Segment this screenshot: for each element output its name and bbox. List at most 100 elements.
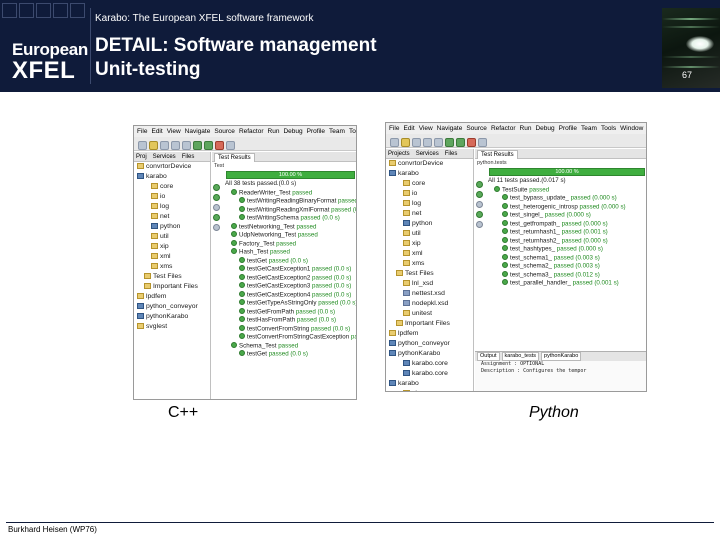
menu-item[interactable]: Profile (307, 128, 325, 135)
tree-item[interactable]: xml (386, 249, 473, 259)
tree-item[interactable]: Important Files (134, 282, 210, 292)
test-result-row[interactable]: Schema_Test passed (223, 341, 356, 351)
cpp-test-results-tab[interactable]: Test Results (214, 153, 255, 162)
menu-item[interactable]: Window (620, 125, 643, 132)
menu-item[interactable]: Run (268, 128, 280, 135)
test-result-row[interactable]: testGet passed (0.0 s) (223, 350, 356, 359)
tree-item[interactable]: xip (386, 239, 473, 249)
test-result-row[interactable]: test_schema1_ passed (0.003 s) (486, 253, 646, 263)
show-passed-icon[interactable] (476, 191, 483, 198)
menu-item[interactable]: Tools (349, 128, 356, 135)
test-result-row[interactable]: test_heterogenic_introsp passed (0.000 s… (486, 202, 646, 212)
tree-item[interactable]: vis (386, 389, 473, 391)
rerun-icon[interactable] (476, 181, 483, 188)
show-errors-icon[interactable] (476, 211, 483, 218)
menu-item[interactable]: Debug (283, 128, 302, 135)
tree-item[interactable]: Test Files (134, 272, 210, 282)
menu-item[interactable]: Navigate (437, 125, 463, 132)
test-result-row[interactable]: testWritingReadingXmlFormat passed (0.0 … (223, 205, 356, 215)
test-result-row[interactable]: test_returnhash1_ passed (0.001 s) (486, 228, 646, 237)
menu-item[interactable]: Source (214, 128, 235, 135)
tree-item[interactable]: python_conveyor (386, 339, 473, 349)
tree-item[interactable]: core (134, 182, 210, 192)
test-result-row[interactable]: testGetTypeAsStringOnly passed (0.0 s) (223, 299, 356, 308)
test-result-row[interactable]: testGetCastException1 passed (0.0 s) (223, 265, 356, 274)
menu-item[interactable]: Navigate (185, 128, 211, 135)
tree-item[interactable]: lpdfem (386, 329, 473, 339)
test-result-row[interactable]: testGetCastException4 passed (0.0 s) (223, 290, 356, 300)
menu-item[interactable]: Edit (151, 128, 162, 135)
tree-item[interactable]: pythonKarabo (134, 312, 210, 322)
menu-item[interactable]: Refactor (239, 128, 264, 135)
tree-item[interactable]: xml (134, 252, 210, 262)
test-result-row[interactable]: testWritingSchema passed (0.0 s) (223, 214, 356, 223)
tree-item[interactable]: net (386, 209, 473, 219)
python-test-results-tab[interactable]: Test Results (477, 150, 518, 159)
tree-item[interactable]: util (386, 229, 473, 239)
tree-item[interactable]: unitest (386, 309, 473, 319)
menu-item[interactable]: Tools (601, 125, 616, 132)
tree-item[interactable]: util (134, 232, 210, 242)
test-result-row[interactable]: test_hashtypes_ passed (0.000 s) (486, 245, 646, 254)
tree-item[interactable]: python (386, 219, 473, 229)
tree-item[interactable]: svglest (134, 322, 210, 332)
tree-item[interactable]: pythonKarabo (386, 349, 473, 359)
projects-tab[interactable]: Projects (388, 151, 410, 157)
test-result-row[interactable]: testGetCastException3 passed (0.0 s) (223, 282, 356, 291)
projects-tab[interactable]: Services (153, 154, 176, 160)
test-result-row[interactable]: test_bypass_update_ passed (0.000 s) (486, 194, 646, 203)
test-result-row[interactable]: testConvertFromString passed (0.0 s) (223, 324, 356, 334)
menu-item[interactable]: Team (581, 125, 597, 132)
test-result-row[interactable]: test_schema3_ passed (0.012 s) (486, 270, 646, 280)
test-result-row[interactable]: Hash_Test passed (223, 248, 356, 257)
test-result-row[interactable]: testNetworking_Test passed (223, 222, 356, 232)
test-result-row[interactable]: testConvertFromStringCastException passe… (223, 333, 356, 342)
test-result-row[interactable]: testGet passed (0.0 s) (223, 256, 356, 266)
test-result-row[interactable]: testWritingReadingBinaryFormat passed (0… (223, 197, 356, 206)
menu-item[interactable]: Run (520, 125, 532, 132)
test-result-row[interactable]: testGetCastException2 passed (0.0 s) (223, 273, 356, 283)
test-result-row[interactable]: Factory_Test passed (223, 239, 356, 249)
tree-item[interactable]: io (386, 189, 473, 199)
test-result-row[interactable]: TestSuite passed (486, 185, 646, 195)
test-result-row[interactable]: testHasFromPath passed (0.0 s) (223, 316, 356, 325)
tree-item[interactable]: convrtorDevice (134, 162, 210, 172)
show-failed-icon[interactable] (213, 204, 220, 211)
tree-item[interactable]: Important Files (386, 319, 473, 329)
menu-item[interactable]: Debug (535, 125, 554, 132)
test-result-row[interactable]: UdpNetworking_Test passed (223, 231, 356, 240)
menu-item[interactable]: Refactor (491, 125, 516, 132)
menu-item[interactable]: File (137, 128, 147, 135)
menu-item[interactable]: Profile (559, 125, 577, 132)
tree-item[interactable]: xms (134, 262, 210, 272)
test-result-row[interactable]: test_schema2_ passed (0.003 s) (486, 262, 646, 271)
tree-item[interactable]: karabo (386, 169, 473, 179)
tree-item[interactable]: xip (134, 242, 210, 252)
tree-item[interactable]: convrtorDevice (386, 159, 473, 169)
show-failed-icon[interactable] (476, 201, 483, 208)
test-result-row[interactable]: test_returnhash2_ passed (0.000 s) (486, 236, 646, 246)
tree-item[interactable]: core (386, 179, 473, 189)
projects-tab[interactable]: Services (416, 151, 439, 157)
filter-icon[interactable] (213, 224, 220, 231)
filter-icon[interactable] (476, 221, 483, 228)
test-result-row[interactable]: test_getfrompath_ passed (0.000 s) (486, 219, 646, 229)
tree-item[interactable]: net (134, 212, 210, 222)
tree-item[interactable]: xms (386, 259, 473, 269)
output-tab[interactable]: Output (477, 352, 500, 361)
rerun-icon[interactable] (213, 184, 220, 191)
show-errors-icon[interactable] (213, 214, 220, 221)
test-result-row[interactable]: testGetFromPath passed (0.0 s) (223, 307, 356, 317)
tree-item[interactable]: lpdfem (134, 292, 210, 302)
menu-item[interactable]: Team (329, 128, 345, 135)
tree-item[interactable]: log (386, 199, 473, 209)
tree-item[interactable]: Test Files (386, 269, 473, 279)
menu-item[interactable]: Edit (403, 125, 414, 132)
menu-item[interactable]: View (167, 128, 181, 135)
tree-item[interactable]: nettest.xsd (386, 289, 473, 299)
tree-item[interactable]: karabo.core (386, 359, 473, 369)
menu-item[interactable]: View (419, 125, 433, 132)
projects-tab[interactable]: Proj (136, 154, 147, 160)
projects-tab[interactable]: Files (182, 154, 195, 160)
tree-item[interactable]: python_conveyor (134, 302, 210, 312)
